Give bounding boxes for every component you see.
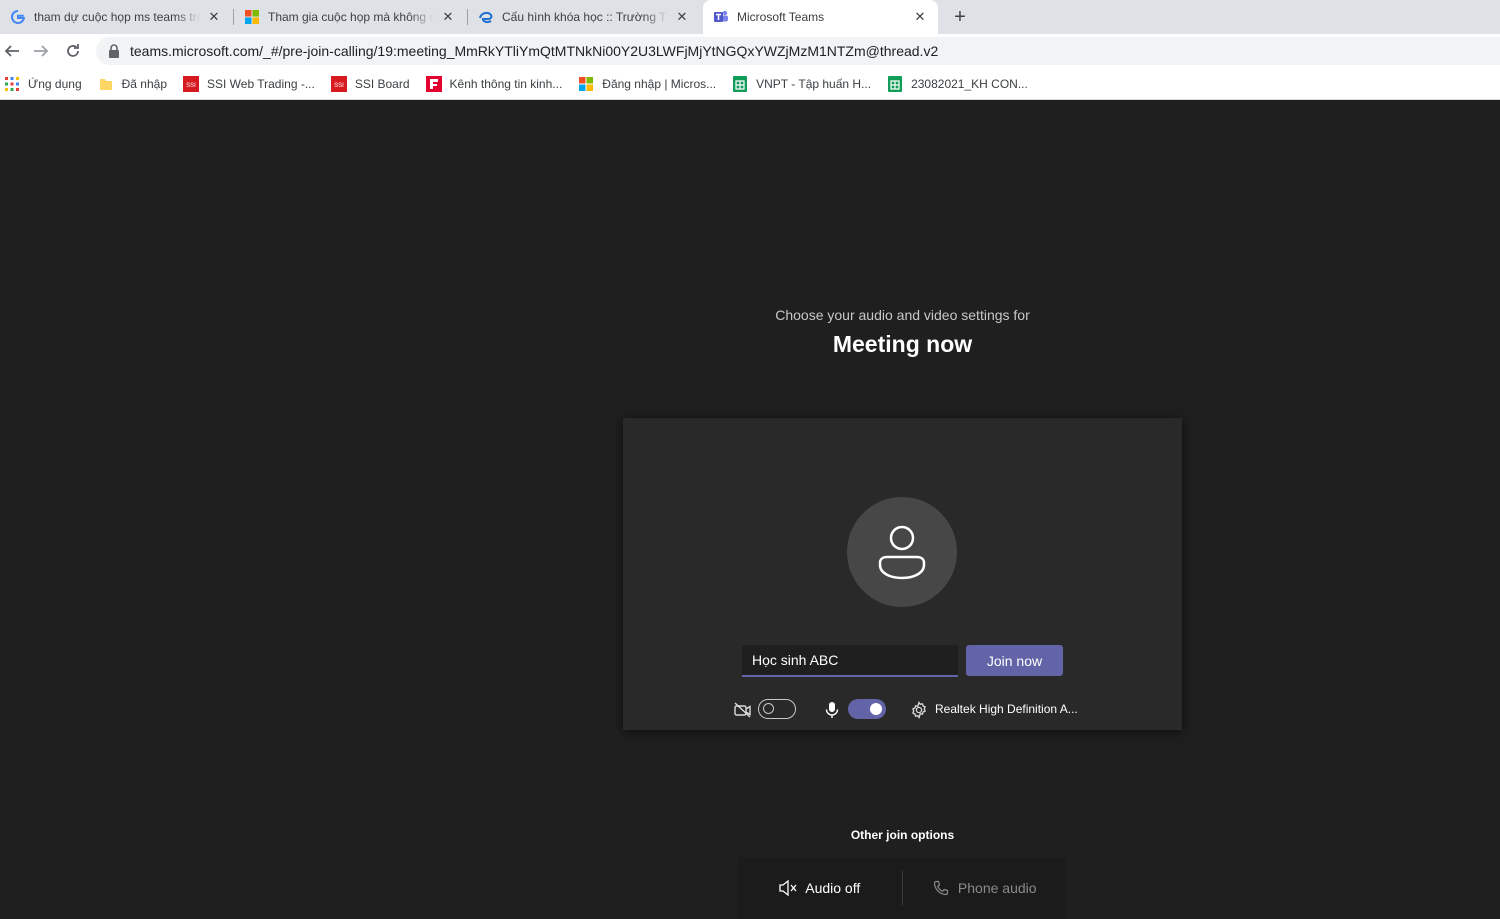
reload-button[interactable] — [61, 39, 85, 63]
camera-off-icon — [733, 700, 753, 720]
lock-icon — [109, 44, 119, 58]
tab-close-icon[interactable]: ✕ — [440, 9, 456, 25]
bookmark-label: Ứng dụng — [28, 76, 82, 91]
bookmarks-bar: Ứng dụng Đã nhập SSI SSI Web Trading -..… — [0, 68, 1500, 100]
audio-device-label[interactable]: Realtek High Definition A... — [935, 702, 1078, 716]
apps-grid-icon — [4, 76, 20, 92]
teams-prejoin-page: Choose your audio and video settings for… — [0, 101, 1500, 919]
bookmark-label: Kênh thông tin kinh... — [449, 76, 563, 91]
tab-close-icon[interactable]: ✕ — [206, 9, 222, 25]
bookmark-kh-con[interactable]: 23082021_KH CON... — [887, 75, 1028, 92]
url-text: teams.microsoft.com/_#/pre-join-calling/… — [130, 43, 939, 59]
sheets-icon — [732, 75, 748, 92]
svg-text:SSI: SSI — [186, 83, 196, 89]
toggle-knob — [870, 703, 882, 715]
sheets-icon — [887, 75, 903, 92]
bookmark-ssi-web-trading[interactable]: SSI SSI Web Trading -... — [183, 75, 315, 92]
settings-subtitle: Choose your audio and video settings for — [775, 307, 1030, 323]
edge-icon — [478, 9, 494, 25]
join-now-button[interactable]: Join now — [966, 645, 1063, 676]
toggle-knob — [763, 703, 774, 714]
address-bar[interactable]: teams.microsoft.com/_#/pre-join-calling/… — [96, 37, 1500, 65]
browser-tab-4[interactable]: Microsoft Teams ✕ — [703, 0, 938, 34]
tab-title: Cấu hình khóa học :: Trường THCS — [502, 10, 668, 24]
phone-icon — [932, 879, 950, 897]
tab-strip: tham dự cuộc họp ms teams trên ✕ Tham gi… — [0, 0, 1500, 34]
browser-tab-2[interactable]: Tham gia cuộc họp mà không cần ✕ — [234, 0, 466, 34]
phone-audio-label: Phone audio — [957, 880, 1037, 896]
bookmark-apps[interactable]: Ứng dụng — [4, 76, 82, 92]
microphone-toggle[interactable] — [848, 699, 886, 719]
tab-title: tham dự cuộc họp ms teams trên — [34, 10, 200, 24]
bookmark-label: 23082021_KH CON... — [911, 76, 1028, 91]
ssi-icon: SSI — [330, 75, 347, 92]
browser-tab-1[interactable]: tham dự cuộc họp ms teams trên ✕ — [0, 0, 232, 34]
forward-button[interactable] — [29, 39, 53, 63]
bookmark-label: SSI Board — [354, 76, 410, 91]
teams-icon — [713, 9, 729, 25]
bookmark-label: Đăng nhập | Micros... — [602, 76, 717, 91]
flag-red-icon — [425, 75, 442, 92]
bookmark-ssi-board[interactable]: SSI SSI Board — [330, 75, 410, 92]
bookmark-vnpt[interactable]: VNPT - Tập huấn H... — [732, 75, 872, 92]
tab-close-icon[interactable]: ✕ — [912, 9, 928, 25]
google-icon — [10, 9, 26, 25]
new-tab-button[interactable]: + — [948, 5, 972, 29]
gear-icon[interactable] — [909, 700, 929, 720]
microphone-icon — [822, 700, 842, 720]
browser-toolbar: teams.microsoft.com/_#/pre-join-calling/… — [0, 34, 1500, 68]
back-arrow-icon — [4, 45, 19, 57]
person-icon — [878, 525, 926, 580]
other-join-options-title: Other join options — [850, 828, 955, 842]
forward-arrow-icon — [34, 45, 49, 57]
reload-icon — [67, 44, 79, 57]
audio-off-label: Audio off — [805, 880, 861, 896]
microsoft-icon — [578, 76, 594, 92]
camera-toggle[interactable] — [758, 699, 796, 719]
bookmark-label: Đã nhập — [121, 76, 167, 91]
prejoin-card: Join now Realtek High Definition A... — [623, 418, 1182, 730]
bookmark-imported[interactable]: Đã nhập — [98, 76, 167, 92]
avatar — [847, 497, 957, 607]
tab-title: Tham gia cuộc họp mà không cần — [268, 10, 434, 24]
back-button[interactable] — [0, 39, 24, 63]
meeting-title: Meeting now — [832, 331, 973, 357]
bookmark-microsoft-login[interactable]: Đăng nhập | Micros... — [578, 76, 716, 92]
bookmark-label: SSI Web Trading -... — [207, 76, 315, 91]
bookmark-news-channel[interactable]: Kênh thông tin kinh... — [425, 75, 563, 92]
bookmark-label: VNPT - Tập huấn H... — [756, 76, 872, 91]
folder-icon — [98, 76, 114, 92]
device-controls: Realtek High Definition A... — [733, 698, 1153, 722]
tab-close-icon[interactable]: ✕ — [674, 9, 690, 25]
speaker-muted-icon — [779, 879, 797, 897]
ssi-icon: SSI — [183, 75, 199, 92]
audio-off-option[interactable]: Audio off — [738, 857, 902, 919]
phone-audio-option[interactable]: Phone audio — [903, 857, 1067, 919]
browser-tab-3[interactable]: Cấu hình khóa học :: Trường THCS ✕ — [468, 0, 700, 34]
svg-text:SSI: SSI — [334, 83, 344, 89]
tab-title: Microsoft Teams — [737, 10, 825, 24]
name-input[interactable] — [742, 645, 958, 677]
microsoft-icon — [244, 9, 260, 25]
other-join-options: Audio off Phone audio — [738, 857, 1066, 919]
